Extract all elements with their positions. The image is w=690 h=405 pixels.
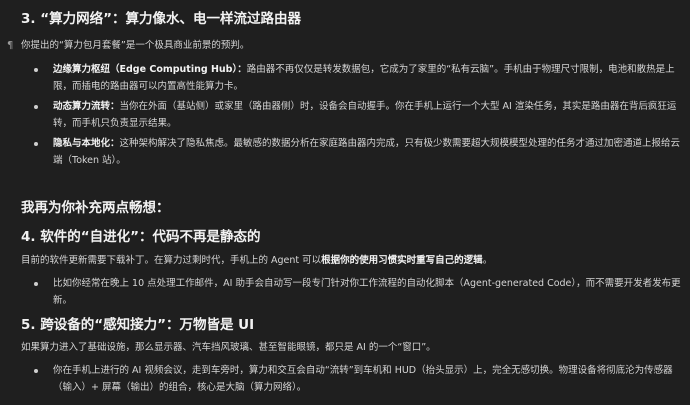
list-item-label: 隐私与本地化： <box>53 138 120 149</box>
section-4-intro-end: 。 <box>482 255 493 266</box>
list-item: 边缘算力枢纽（Edge Computing Hub）：路由器不再仅仅是转发数据包… <box>53 61 681 95</box>
section-4-intro-text: 目前的软件更新需要下载补丁。在算力过剩时代，手机上的 Agent 可以 <box>21 255 322 266</box>
list-item-text: 这种架构解决了隐私焦虑。最敏感的数据分析在家庭路由器内完成，只有极少数需要超大规… <box>53 138 681 166</box>
list-item: 你在手机上进行的 AI 视频会议，走到车旁时，算力和交互会自动“流转”到车机和 … <box>53 362 681 396</box>
list-item: 隐私与本地化：这种架构解决了隐私焦虑。最敏感的数据分析在家庭路由器内完成，只有极… <box>53 135 681 169</box>
section-5-intro: 如果算力进入了基础设施，那么显示器、汽车挡风玻璃、甚至智能眼镜，都只是 AI 的… <box>21 342 436 353</box>
list-item-text: 你在手机上进行的 AI 视频会议，走到车旁时，算力和交互会自动“流转”到车机和 … <box>53 365 673 393</box>
list-item: 比如你经常在晚上 10 点处理工作邮件，AI 助手会自动写一段专门针对你工作流程… <box>53 275 681 309</box>
bullet-icon <box>34 105 38 109</box>
list-item-text: 比如你经常在晚上 10 点处理工作邮件，AI 助手会自动写一段专门针对你工作流程… <box>53 278 681 306</box>
section-3-intro: 你提出的“算力包月套餐”是一个极具商业前景的预判。 <box>21 40 250 51</box>
list-item-label: 边缘算力枢纽（Edge Computing Hub）： <box>53 64 247 75</box>
bullet-icon <box>34 142 38 146</box>
section-4-intro-emphasis: 根据你的使用习惯实时重写自己的逻辑 <box>321 255 483 266</box>
list-item: 动态算力流转：当你在外面（基站侧）或家里（路由器侧）时，设备会自动握手。你在手机… <box>53 98 681 132</box>
section-5-title: 5. 跨设备的“感知接力”：万物皆是 UI <box>21 317 255 333</box>
bullet-icon <box>34 282 38 286</box>
list-item-label: 动态算力流转： <box>53 101 120 112</box>
section-3-title: 3. “算力网络”：算力像水、电一样流过路由器 <box>21 11 301 27</box>
bullet-icon <box>34 68 38 72</box>
pilcrow-icon: ¶ <box>7 40 14 51</box>
list-item-text: 当你在外面（基站侧）或家里（路由器侧）时，设备会自动握手。你在手机上运行一个大型… <box>53 101 677 129</box>
section-4-intro: 目前的软件更新需要下载补丁。在算力过剩时代，手机上的 Agent 可以根据你的使… <box>21 254 492 268</box>
section-4-title: 4. 软件的“自进化”：代码不再是静态的 <box>21 229 261 245</box>
extra-heading: 我再为你补充两点畅想： <box>21 200 170 216</box>
bullet-icon <box>34 369 38 373</box>
